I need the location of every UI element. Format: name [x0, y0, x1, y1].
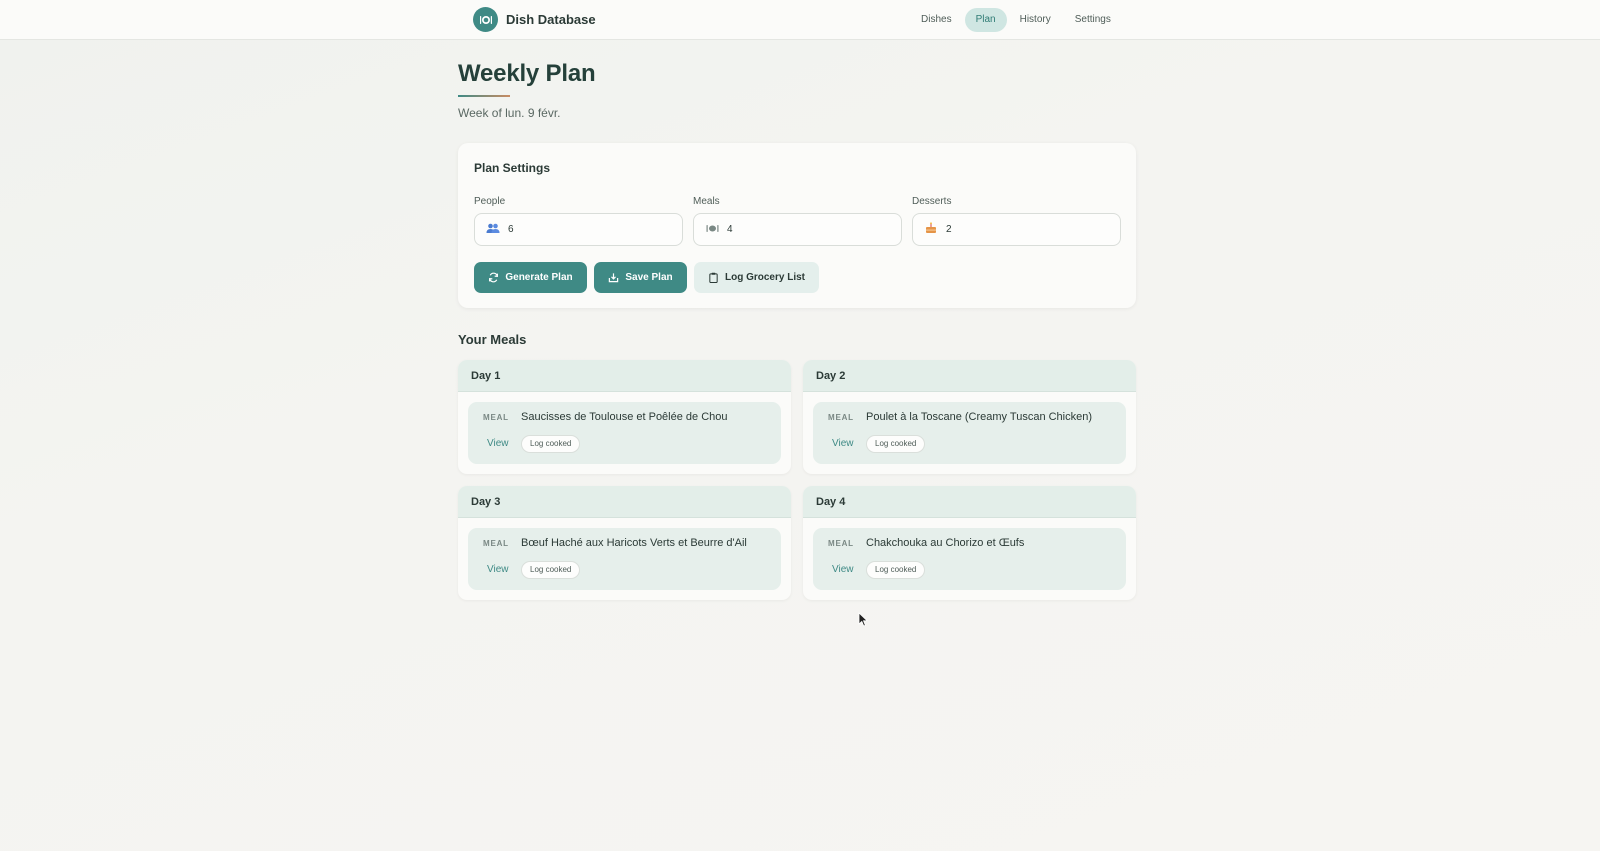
- clipboard-icon: [709, 272, 718, 283]
- log-cooked-button[interactable]: Log cooked: [866, 561, 926, 579]
- plan-settings-card: Plan Settings People 6 Meals 4 Desserts: [458, 143, 1136, 308]
- meal-item: MEAL Poulet à la Toscane (Creamy Tuscan …: [813, 402, 1126, 464]
- nav-item-dishes[interactable]: Dishes: [910, 8, 963, 32]
- log-cooked-button[interactable]: Log cooked: [866, 435, 926, 453]
- view-meal-link[interactable]: View: [487, 438, 509, 449]
- day-card-2: Day 2 MEAL Poulet à la Toscane (Creamy T…: [803, 360, 1136, 474]
- day-header: Day 1: [458, 360, 791, 392]
- log-grocery-list-button[interactable]: Log Grocery List: [694, 262, 819, 293]
- save-plan-button[interactable]: Save Plan: [594, 262, 687, 293]
- people-value: 6: [508, 224, 514, 235]
- log-cooked-button[interactable]: Log cooked: [521, 561, 581, 579]
- day-header: Day 3: [458, 486, 791, 518]
- app-name: Dish Database: [506, 12, 596, 27]
- desserts-field[interactable]: 2: [912, 213, 1121, 246]
- page-title: Weekly Plan: [458, 60, 596, 87]
- desserts-label: Desserts: [912, 196, 952, 207]
- save-download-icon: [609, 273, 619, 283]
- your-meals-title: Your Meals: [458, 332, 527, 347]
- refresh-icon: [489, 272, 499, 283]
- meal-item: MEAL Saucisses de Toulouse et Poêlée de …: [468, 402, 781, 464]
- mouse-cursor-icon: [858, 612, 868, 632]
- day-card-4: Day 4 MEAL Chakchouka au Chorizo et Œufs…: [803, 486, 1136, 600]
- title-underline: [458, 95, 510, 97]
- meal-item: MEAL Chakchouka au Chorizo et Œufs View …: [813, 528, 1126, 590]
- meal-icon: [705, 223, 719, 237]
- meal-name: Saucisses de Toulouse et Poêlée de Chou: [521, 411, 728, 423]
- week-label: Week of lun. 9 févr.: [458, 106, 561, 120]
- meal-name: Poulet à la Toscane (Creamy Tuscan Chick…: [866, 411, 1093, 423]
- meal-tag: MEAL: [828, 539, 854, 548]
- meal-tag: MEAL: [483, 413, 509, 422]
- generate-plan-button[interactable]: Generate Plan: [474, 262, 587, 293]
- day-card-3: Day 3 MEAL Bœuf Haché aux Haricots Verts…: [458, 486, 791, 600]
- nav-item-settings[interactable]: Settings: [1064, 8, 1122, 32]
- log-grocery-list-label: Log Grocery List: [724, 272, 805, 283]
- meal-tag: MEAL: [828, 413, 854, 422]
- view-meal-link[interactable]: View: [832, 564, 854, 575]
- save-plan-label: Save Plan: [625, 272, 673, 283]
- day-card-1: Day 1 MEAL Saucisses de Toulouse et Poêl…: [458, 360, 791, 474]
- meal-name: Chakchouka au Chorizo et Œufs: [866, 537, 1025, 549]
- view-meal-link[interactable]: View: [487, 564, 509, 575]
- meal-name: Bœuf Haché aux Haricots Verts et Beurre …: [521, 537, 747, 549]
- nav-item-history[interactable]: History: [1009, 8, 1062, 32]
- meals-label: Meals: [693, 196, 720, 207]
- desserts-value: 2: [946, 224, 952, 235]
- meals-value: 4: [727, 224, 733, 235]
- meals-field[interactable]: 4: [693, 213, 902, 246]
- day-header: Day 4: [803, 486, 1136, 518]
- nav-item-plan[interactable]: Plan: [964, 8, 1007, 32]
- plan-settings-title: Plan Settings: [474, 161, 551, 175]
- top-navigation-bar: Dish Database Dishes Plan History Settin…: [0, 0, 1600, 40]
- day-header: Day 2: [803, 360, 1136, 392]
- people-label: People: [474, 196, 506, 207]
- log-cooked-button[interactable]: Log cooked: [521, 435, 581, 453]
- cake-icon: [924, 222, 938, 237]
- meal-item: MEAL Bœuf Haché aux Haricots Verts et Be…: [468, 528, 781, 590]
- people-icon: [486, 223, 500, 237]
- generate-plan-label: Generate Plan: [505, 272, 573, 283]
- meal-tag: MEAL: [483, 539, 509, 548]
- plate-utensils-icon: [473, 7, 498, 32]
- view-meal-link[interactable]: View: [832, 438, 854, 449]
- brand[interactable]: Dish Database: [473, 7, 596, 32]
- main-nav: Dishes Plan History Settings: [910, 8, 1122, 32]
- people-field[interactable]: 6: [474, 213, 683, 246]
